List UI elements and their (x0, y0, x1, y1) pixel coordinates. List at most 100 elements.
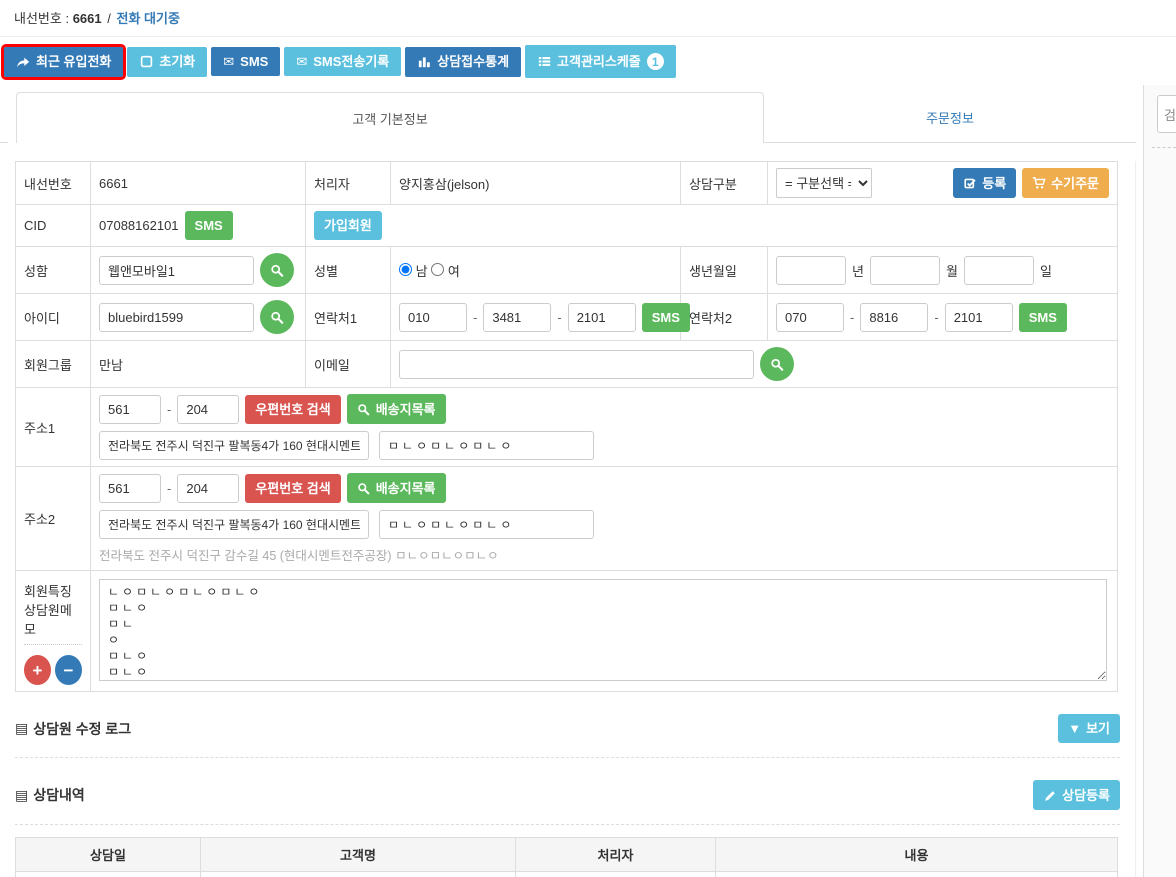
recent-incoming-call-button[interactable]: 최근 유입전화 (4, 47, 123, 77)
member-group-label: 회원그룹 (16, 341, 91, 388)
memo-textarea[interactable]: ㄴㅇㅁㄴㅇㅁㄴㅇㅁㄴㅇ ㅁㄴㅇ ㅁㄴ ㅇ ㅁㄴㅇ ㅁㄴㅇ (99, 579, 1107, 681)
userid-input[interactable] (99, 303, 254, 332)
separator: / (107, 11, 111, 26)
cid-field-value: 07088162101 (99, 218, 179, 233)
memo-remove-button[interactable]: − (55, 655, 82, 685)
email-input[interactable] (399, 350, 754, 379)
bar-chart-icon (417, 55, 431, 69)
sms-button[interactable]: ✉ SMS (211, 47, 280, 76)
consult-history-table: 상담일 고객명 처리자 내용 16.12.05 10:46 웹앤모바일1(blu… (15, 837, 1118, 877)
address2-label: 주소2 (16, 467, 91, 571)
sms-history-button[interactable]: ✉ SMS전송기록 (284, 47, 401, 76)
envelope-icon: ✉ (296, 55, 307, 68)
name-search-button[interactable] (260, 253, 294, 287)
extension-value: 6661 (73, 11, 102, 26)
address1-input[interactable] (99, 431, 369, 460)
gender-female-radio[interactable]: 여 (431, 264, 460, 279)
share-icon (16, 55, 30, 69)
search-icon (357, 481, 371, 495)
schedule-count-badge: 1 (647, 53, 664, 70)
address2-shipping-list-button[interactable]: 배송지목록 (347, 473, 446, 503)
address1-detail-input[interactable] (379, 431, 594, 460)
address2-zip2-input[interactable] (177, 474, 239, 503)
customer-info-panel: 내선번호 6661 처리자 양지홍삼(jelson) 상담구분 = 구분선택 =… (0, 161, 1136, 877)
view-log-button[interactable]: ▼ 보기 (1058, 714, 1120, 743)
gender-male-radio[interactable]: 남 (399, 264, 428, 279)
address1-zip-search-button[interactable]: 우편번호 검색 (245, 395, 340, 424)
email-field-label: 이메일 (306, 341, 391, 388)
phone2-part2-input[interactable] (860, 303, 928, 332)
search-icon (270, 263, 284, 277)
address2-zip1-input[interactable] (99, 474, 161, 503)
userid-search-button[interactable] (260, 300, 294, 334)
phone2-field-label: 연락처2 (681, 294, 768, 341)
address1-zip2-input[interactable] (177, 395, 239, 424)
birth-month-input[interactable] (870, 256, 940, 285)
phone1-part3-input[interactable] (568, 303, 636, 332)
handler-field-label: 처리자 (306, 162, 391, 205)
phone2-sms-button[interactable]: SMS (1019, 303, 1067, 332)
tab-customer-basic-info[interactable]: 고객 기본정보 (16, 92, 764, 143)
memo-label-line1: 회원특징 (24, 581, 82, 600)
cart-icon (1032, 176, 1046, 190)
consult-type-select[interactable]: = 구분선택 = (776, 168, 872, 198)
customer-schedule-button[interactable]: 고객관리스케줄 1 (525, 45, 676, 78)
tab-bar: 고객 기본정보 주문정보 (0, 92, 1136, 143)
search-button-partial[interactable]: 검 (1157, 95, 1176, 133)
gender-field-label: 성별 (306, 247, 391, 294)
envelope-icon: ✉ (223, 55, 234, 68)
day-suffix: 일 (1040, 261, 1052, 280)
address1-zip1-input[interactable] (99, 395, 161, 424)
phone1-field-label: 연락처1 (306, 294, 391, 341)
pencil-icon (1043, 788, 1057, 802)
phone2-part1-input[interactable] (776, 303, 844, 332)
birth-year-input[interactable] (776, 256, 846, 285)
userid-field-label: 아이디 (16, 294, 91, 341)
register-button[interactable]: 등록 (953, 168, 1016, 198)
consult-register-button[interactable]: 상담등록 (1033, 780, 1120, 810)
col-header-date: 상담일 (16, 838, 201, 872)
cid-field-label: CID (16, 205, 91, 247)
consult-history-section: ▤ 상담내역 상담등록 (15, 772, 1120, 825)
reset-button[interactable]: 초기화 (127, 47, 207, 77)
list-alt-icon: ▤ (15, 720, 28, 737)
month-suffix: 월 (946, 261, 958, 280)
handler-field-value: 양지홍삼(jelson) (391, 162, 681, 205)
col-header-content: 내용 (716, 838, 1118, 872)
tab-order-info[interactable]: 주문정보 (764, 92, 1136, 143)
side-panel: 검 (1143, 85, 1176, 877)
search-icon (770, 357, 784, 371)
address2-input[interactable] (99, 510, 369, 539)
name-input[interactable] (99, 256, 254, 285)
address2-road-note: 전라북도 전주시 덕진구 감수길 45 (현대시멘트전주공장) ㅁㄴㅇㅁㄴㅇㅁㄴ… (99, 545, 1109, 564)
cell-content: ㅁㄴㅇㅁㄴㅇㅁㄴㅇㅁㅇㅁㄴㅇㅁㅇㅁㄴㅇ (716, 872, 1118, 877)
phone2-part3-input[interactable] (945, 303, 1013, 332)
status-bar: 내선번호 : 6661 / 전화 대기중 (0, 0, 1176, 37)
address2-zip-search-button[interactable]: 우편번호 검색 (245, 474, 340, 503)
edit-log-section: ▤ 상담원 수정 로그 ▼ 보기 (15, 706, 1120, 758)
memo-add-button[interactable]: + (24, 655, 51, 685)
membership-button[interactable]: 가입회원 (314, 211, 382, 240)
email-search-button[interactable] (760, 347, 794, 381)
edit-log-title: 상담원 수정 로그 (33, 719, 131, 739)
extension-field-label: 내선번호 (16, 162, 91, 205)
extension-label: 내선번호 : (14, 11, 69, 26)
cid-sms-button[interactable]: SMS (185, 211, 233, 240)
consult-stats-button[interactable]: 상담접수통계 (405, 47, 521, 77)
phone1-sms-button[interactable]: SMS (642, 303, 690, 332)
birthdate-field-label: 생년월일 (681, 247, 768, 294)
manual-order-button[interactable]: 수기주문 (1022, 168, 1109, 198)
call-status: 전화 대기중 (117, 11, 180, 26)
divider (24, 644, 82, 645)
square-icon (139, 55, 153, 69)
table-row: 16.12.05 10:46 웹앤모바일1(bluebird1599) ㅁㄴㅇㅁ… (16, 872, 1118, 877)
divider (1152, 147, 1176, 148)
member-group-value: 만남 (91, 341, 306, 388)
toolbar: 최근 유입전화 초기화 ✉ SMS ✉ SMS전송기록 상담접수통계 고객관리스… (4, 45, 1176, 78)
phone1-part2-input[interactable] (483, 303, 551, 332)
birth-day-input[interactable] (964, 256, 1034, 285)
address1-shipping-list-button[interactable]: 배송지목록 (347, 394, 446, 424)
list-alt-icon: ▤ (15, 787, 28, 804)
address2-detail-input[interactable] (379, 510, 594, 539)
phone1-part1-input[interactable] (399, 303, 467, 332)
